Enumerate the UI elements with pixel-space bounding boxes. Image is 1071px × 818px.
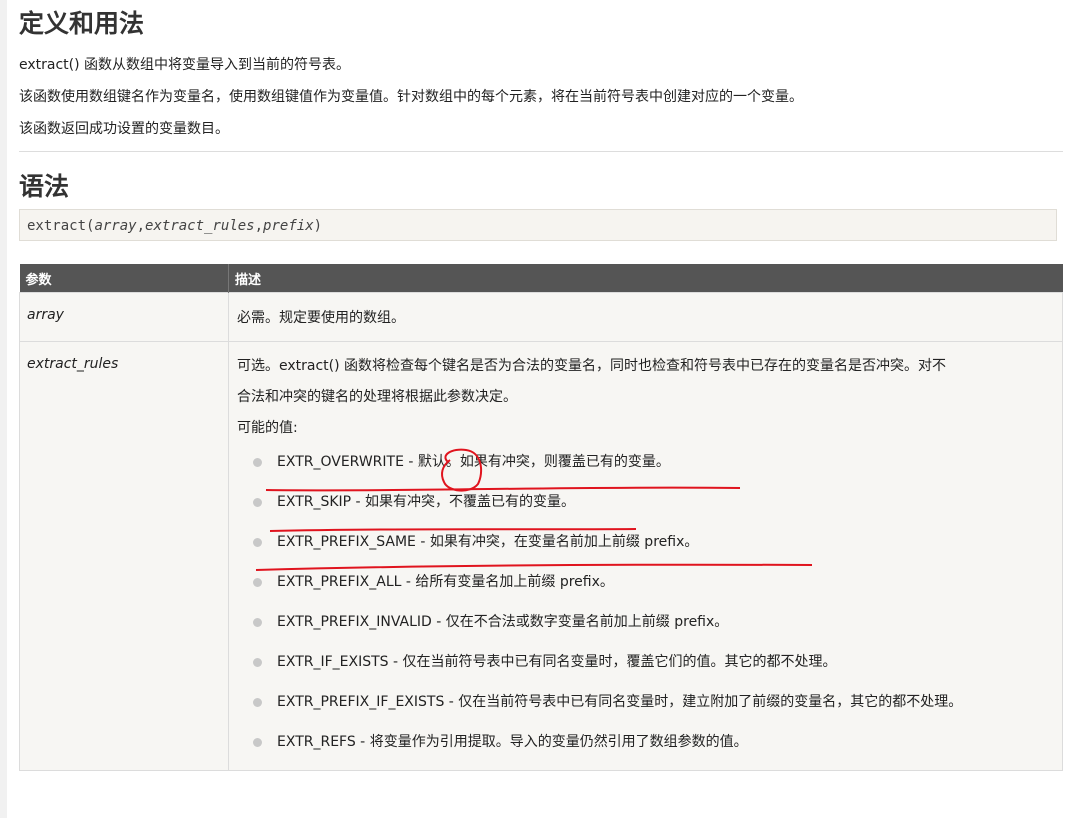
desc-line-3: 可能的值: (237, 420, 298, 436)
bullet-icon (253, 498, 262, 507)
code-arg-extract-rules: extract_rules (145, 218, 255, 234)
bullet-icon (253, 458, 262, 467)
list-item: EXTR_OVERWRITE - 默认。如果有冲突，则覆盖已有的变量。 (253, 450, 1054, 474)
code-separator: , (254, 218, 264, 234)
code-separator: , (136, 218, 146, 234)
option-text: EXTR_PREFIX_IF_EXISTS - 仅在当前符号表中已有同名变量时，… (277, 694, 963, 710)
definition-paragraph-1: extract() 函数从数组中将变量导入到当前的符号表。 (19, 57, 351, 73)
option-text: EXTR_OVERWRITE - 默认。如果有冲突，则覆盖已有的变量。 (277, 454, 670, 470)
code-function: extract( (27, 218, 95, 234)
bullet-icon (253, 538, 262, 547)
param-desc-extract-rules: 可选。extract() 函数将检查每个键名是否为合法的变量名，同时也检查和符号… (228, 341, 1063, 771)
bullet-icon (253, 698, 262, 707)
parameters-table: 参数 描述 array 必需。规定要使用的数组。 extract_rules 可… (19, 264, 1063, 771)
list-item: EXTR_PREFIX_IF_EXISTS - 仅在当前符号表中已有同名变量时，… (253, 690, 1054, 714)
code-close: ) (313, 218, 323, 234)
table-row: array 必需。规定要使用的数组。 (19, 292, 1063, 342)
bullet-icon (253, 618, 262, 627)
section-title-definition: 定义和用法 (19, 9, 145, 38)
param-name-array: array (19, 292, 229, 342)
page: 定义和用法 extract() 函数从数组中将变量导入到当前的符号表。 该函数使… (0, 0, 1071, 818)
table-row: extract_rules 可选。extract() 函数将检查每个键名是否为合… (19, 341, 1063, 771)
list-item: EXTR_IF_EXISTS - 仅在当前符号表中已有同名变量时，覆盖它们的值。… (253, 650, 1054, 674)
code-arg-array: array (94, 218, 137, 234)
option-text: EXTR_PREFIX_INVALID - 仅在不合法或数字变量名前加上前缀 p… (277, 614, 729, 630)
left-margin-strip (0, 0, 7, 818)
option-text: EXTR_PREFIX_ALL - 给所有变量名加上前缀 prefix。 (277, 574, 614, 590)
bullet-icon (253, 578, 262, 587)
option-text: EXTR_IF_EXISTS - 仅在当前符号表中已有同名变量时，覆盖它们的值。… (277, 654, 837, 670)
list-item: EXTR_PREFIX_SAME - 如果有冲突，在变量名前加上前缀 prefi… (253, 530, 1054, 554)
section-divider (19, 151, 1063, 152)
list-item: EXTR_SKIP - 如果有冲突，不覆盖已有的变量。 (253, 490, 1054, 514)
table-header-row: 参数 描述 (19, 264, 1063, 293)
option-text: EXTR_REFS - 将变量作为引用提取。导入的变量仍然引用了数组参数的值。 (277, 734, 748, 750)
desc-line-2: 合法和冲突的键名的处理将根据此参数决定。 (237, 389, 517, 405)
definition-paragraph-2: 该函数使用数组键名作为变量名，使用数组键值作为变量值。针对数组中的每个元素，将在… (19, 89, 803, 105)
syntax-code-box: extract(array,extract_rules,prefix) (19, 209, 1057, 241)
option-text: EXTR_PREFIX_SAME - 如果有冲突，在变量名前加上前缀 prefi… (277, 534, 699, 550)
desc-line-1: 可选。extract() 函数将检查每个键名是否为合法的变量名，同时也检查和符号… (237, 358, 947, 374)
bullet-icon (253, 738, 262, 747)
param-name-extract-rules: extract_rules (19, 341, 229, 771)
list-item: EXTR_PREFIX_INVALID - 仅在不合法或数字变量名前加上前缀 p… (253, 610, 1054, 634)
code-arg-prefix: prefix (263, 218, 314, 234)
list-item: EXTR_REFS - 将变量作为引用提取。导入的变量仍然引用了数组参数的值。 (253, 730, 1054, 754)
param-desc-array: 必需。规定要使用的数组。 (228, 292, 1063, 342)
header-description: 描述 (228, 264, 1063, 293)
header-param: 参数 (19, 264, 229, 293)
section-title-syntax: 语法 (19, 172, 70, 201)
definition-paragraph-3: 该函数返回成功设置的变量数目。 (19, 121, 229, 137)
option-text: EXTR_SKIP - 如果有冲突，不覆盖已有的变量。 (277, 494, 576, 510)
list-item: EXTR_PREFIX_ALL - 给所有变量名加上前缀 prefix。 (253, 570, 1054, 594)
bullet-icon (253, 658, 262, 667)
options-list: EXTR_OVERWRITE - 默认。如果有冲突，则覆盖已有的变量。 EXTR… (237, 450, 1054, 754)
